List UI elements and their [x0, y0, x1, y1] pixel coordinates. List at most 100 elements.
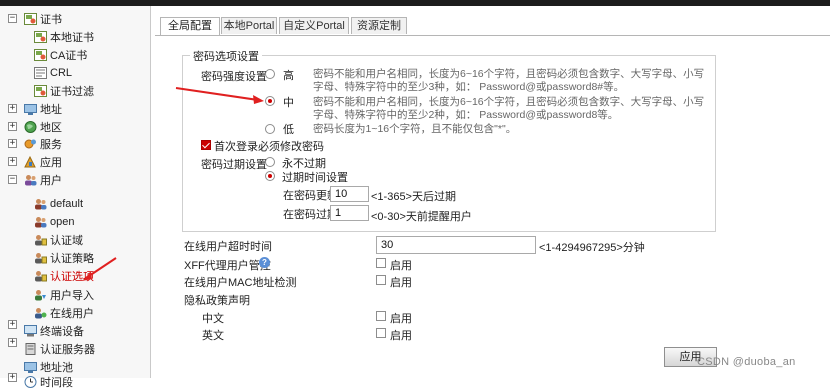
auth-options-icon [34, 270, 47, 282]
strength-high-desc: 密码不能和用户名相同，长度为6~16个字符，且密码必须包含数字、大写字母、小写字… [313, 68, 705, 93]
update-after-hint: <1-365>天后过期 [371, 191, 456, 203]
strength-low-radio[interactable] [265, 124, 275, 134]
timeout-input[interactable]: 30 [376, 236, 536, 254]
expand-toggle-address[interactable]: + [8, 104, 17, 113]
sidebar-item-users[interactable]: 用户 [24, 171, 62, 188]
strength-low-label: 低 [283, 124, 294, 136]
expand-toggle-terminal[interactable]: + [8, 320, 17, 329]
sidebar-item-certificates[interactable]: 证书 [24, 10, 62, 27]
expand-toggle-service[interactable]: + [8, 139, 17, 148]
tab-global-config[interactable]: 全局配置 [160, 17, 220, 35]
chinese-enable-checkbox[interactable] [376, 311, 386, 321]
sidebar-item-auth-server[interactable]: 认证服务器 [24, 340, 95, 357]
sidebar-item-open[interactable]: open [34, 213, 74, 230]
local-certificate-icon [34, 30, 47, 43]
sidebar-item-label: 证书 [40, 13, 62, 26]
sidebar-item-label: 用户 [40, 174, 62, 187]
xff-label: XFF代理用户管控 [184, 260, 271, 272]
english-enable-label: 启用 [390, 330, 412, 342]
xff-enable-checkbox[interactable] [376, 258, 386, 268]
english-enable-checkbox[interactable] [376, 328, 386, 338]
sidebar-item-user-import[interactable]: 用户导入 [34, 286, 94, 303]
chinese-label: 中文 [202, 313, 224, 325]
first-login-change-label: 首次登录必须修改密码 [214, 141, 324, 153]
mac-check-enable-label: 启用 [390, 277, 412, 289]
certificate-filter-icon [34, 84, 47, 97]
sidebar-item-label: 地址 [40, 103, 62, 116]
sidebar-item-crl[interactable]: CRL [34, 64, 72, 81]
sidebar-item-label: 本地证书 [50, 31, 94, 44]
annotation-arrow-sidebar [82, 257, 117, 281]
crl-icon [34, 66, 47, 79]
collapse-toggle-certificates[interactable]: − [8, 14, 17, 23]
users-icon [24, 174, 37, 186]
certificate-folder-icon [24, 12, 37, 25]
expand-toggle-auth-server[interactable]: + [8, 338, 17, 347]
watermark: CSDN @duoba_an [697, 356, 796, 368]
update-after-input[interactable]: 10 [330, 186, 369, 202]
sidebar-item-label: 应用 [40, 156, 62, 169]
tab-resource-custom[interactable]: 资源定制 [351, 17, 407, 34]
help-icon[interactable]: ? [259, 257, 270, 268]
timeout-label: 在线用户超时时间 [184, 241, 272, 253]
sidebar-item-label: open [50, 215, 75, 228]
expand-toggle-region[interactable]: + [8, 122, 17, 131]
strength-medium-label: 中 [283, 97, 294, 109]
tab-custom-portal[interactable]: 自定义Portal [279, 17, 349, 34]
password-options-title: 密码选项设置 [190, 48, 262, 64]
mac-check-label: 在线用户MAC地址检测 [184, 277, 297, 289]
mac-check-enable-checkbox[interactable] [376, 275, 386, 285]
sidebar-item-service[interactable]: 服务 [24, 135, 62, 152]
sidebar-item-region[interactable]: 地区 [24, 118, 62, 135]
sidebar-item-application[interactable]: 应用 [24, 153, 62, 170]
time-range-icon [24, 375, 37, 388]
english-label: 英文 [202, 330, 224, 342]
annotation-arrow-medium [175, 87, 264, 104]
address-icon [24, 103, 37, 115]
sidebar-item-label: 时间段 [40, 376, 73, 389]
remind-before-input[interactable]: 1 [330, 205, 369, 221]
address-pool-icon [24, 361, 37, 373]
sidebar-item-online-users[interactable]: 在线用户 [34, 304, 94, 321]
sidebar-item-label: default [50, 197, 84, 210]
xff-enable-label: 启用 [390, 260, 412, 272]
region-globe-icon [24, 120, 37, 133]
expire-label: 密码过期设置 [201, 159, 267, 171]
tab-local-portal[interactable]: 本地Portal [221, 17, 277, 34]
never-expire-radio[interactable] [265, 157, 275, 167]
sidebar-item-label: 认证服务器 [40, 343, 95, 356]
tab-divider [155, 35, 830, 36]
sidebar-item-label: 在线用户 [50, 307, 94, 320]
sidebar-item-default[interactable]: default [34, 195, 83, 212]
sidebar-item-label: 地区 [40, 121, 62, 134]
expire-time-radio[interactable] [265, 171, 275, 181]
expand-toggle-application[interactable]: + [8, 157, 17, 166]
strength-low-desc: 密码长度为1~16个字符，且不能仅包含"*"。 [313, 123, 517, 135]
sidebar-item-terminal[interactable]: 终端设备 [24, 322, 84, 339]
sidebar-item-cert-filter[interactable]: 证书过滤 [34, 82, 94, 99]
sidebar-item-address[interactable]: 地址 [24, 100, 62, 117]
sidebar-item-ca-cert[interactable]: CA证书 [34, 46, 87, 63]
sidebar-item-label: CA证书 [50, 49, 88, 62]
remind-before-hint: <0-30>天前提醒用户 [371, 211, 472, 223]
sidebar-item-time-range[interactable]: 时间段 [24, 373, 73, 390]
sidebar-item-label: 服务 [40, 138, 62, 151]
strength-medium-radio[interactable] [265, 96, 275, 106]
auth-domain-icon [34, 234, 47, 246]
timeout-hint: <1-4294967295>分钟 [539, 242, 645, 254]
first-login-change-checkbox[interactable] [201, 140, 211, 150]
sidebar-item-label: CRL [50, 66, 73, 79]
terminal-device-icon [24, 324, 37, 337]
strength-high-radio[interactable] [265, 69, 275, 79]
user-import-icon [34, 289, 47, 301]
ca-certificate-icon [34, 48, 47, 61]
strength-medium-desc: 密码不能和用户名相同，长度为6~16个字符，且密码必须包含数字、大写字母、小写字… [313, 96, 705, 121]
sidebar-tree: − + + + + − + + + 证书 本地证书 CA证书 CRL 证书过滤 … [0, 6, 151, 389]
strength-high-label: 高 [283, 70, 294, 82]
sidebar-item-local-cert[interactable]: 本地证书 [34, 28, 94, 45]
sidebar-item-auth-domain[interactable]: 认证域 [34, 231, 83, 248]
collapse-toggle-users[interactable]: − [8, 175, 17, 184]
sidebar-item-label: 用户导入 [50, 289, 94, 302]
strength-label: 密码强度设置 [201, 71, 267, 83]
online-users-icon [34, 307, 47, 319]
